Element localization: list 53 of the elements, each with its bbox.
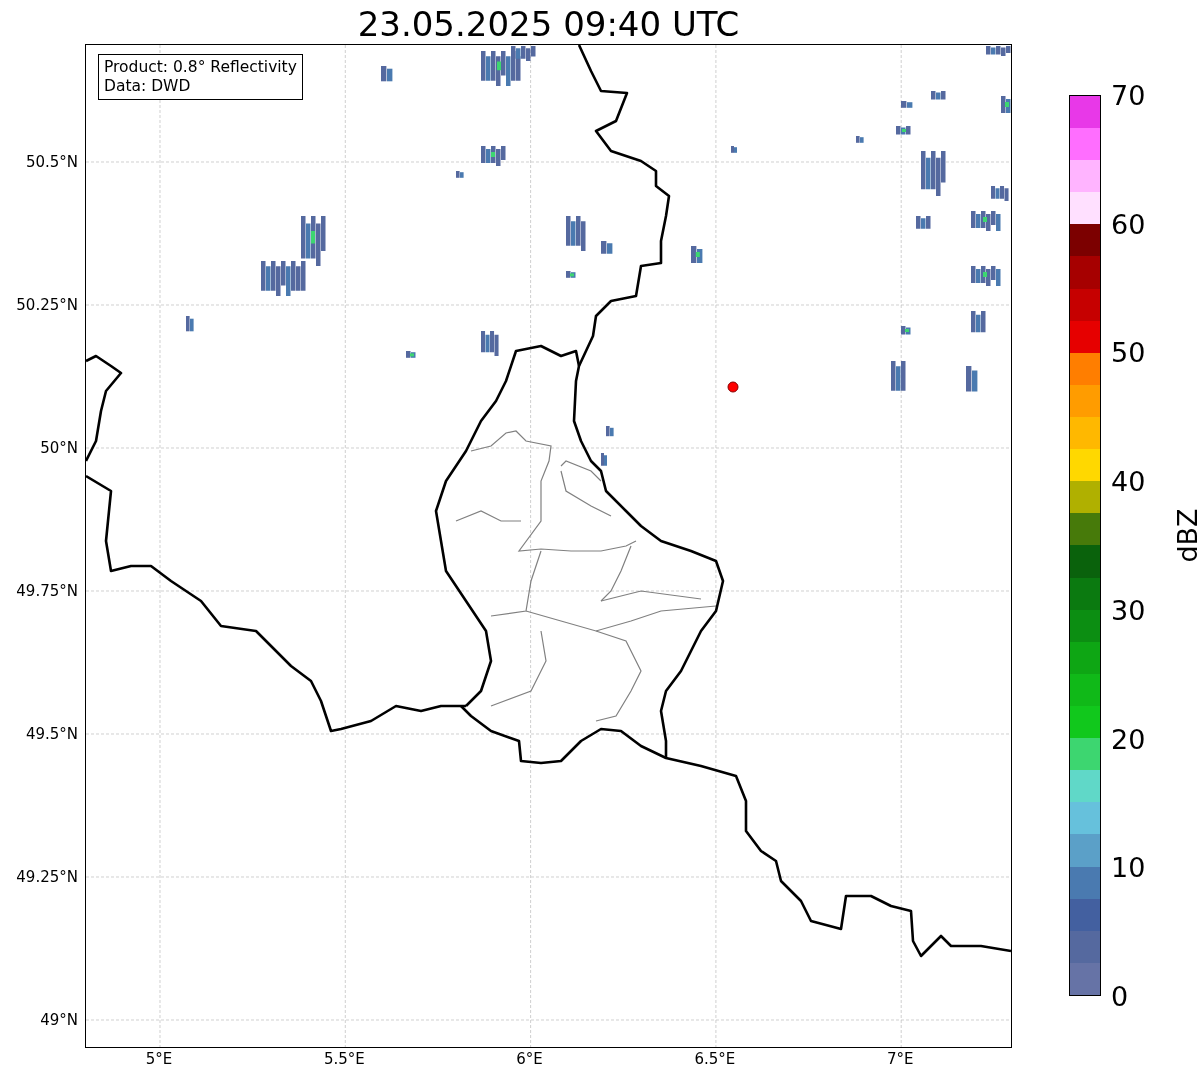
colorbar-tick-label: 0 bbox=[1111, 980, 1129, 1012]
radar-echo bbox=[891, 361, 906, 391]
annotation-text: Product: 0.8° Reflectivity bbox=[104, 58, 297, 77]
radar-echo bbox=[406, 351, 416, 358]
longitude-label: 5.5°E bbox=[323, 1050, 365, 1068]
radar-echo bbox=[921, 151, 946, 196]
radar-echo bbox=[601, 241, 613, 254]
colorbar-label: dBZ bbox=[1171, 508, 1202, 563]
colorbar-tick-label: 30 bbox=[1111, 594, 1146, 626]
latitude-label: 50.25°N bbox=[16, 296, 78, 314]
longitude-label: 7°E bbox=[886, 1050, 914, 1068]
latitude-label: 50°N bbox=[40, 439, 78, 457]
radar-echo bbox=[186, 316, 194, 332]
radar-echo bbox=[856, 136, 864, 143]
longitude-label: 6°E bbox=[516, 1050, 543, 1068]
radar-echo bbox=[971, 211, 1001, 231]
radar-echo bbox=[601, 453, 607, 466]
radar-echo bbox=[481, 146, 506, 166]
latitude-label: 50.5°N bbox=[25, 153, 78, 171]
radar-echo bbox=[901, 326, 911, 335]
radar-echo bbox=[1001, 96, 1011, 113]
radar-echo bbox=[691, 246, 703, 263]
radar-echo bbox=[916, 216, 931, 229]
latitude-label: 49°N bbox=[40, 1011, 78, 1029]
longitude-label: 5°E bbox=[145, 1050, 173, 1068]
chart-title: 23.05.2025 09:40 UTC bbox=[356, 3, 741, 46]
latitude-label: 49.25°N bbox=[16, 868, 78, 886]
radar-echo bbox=[991, 186, 1009, 201]
radar-echo bbox=[566, 216, 586, 251]
colorbar-tick-label: 60 bbox=[1111, 208, 1146, 240]
radar-echo bbox=[456, 171, 464, 178]
radar-echo bbox=[606, 426, 614, 437]
location-marker bbox=[727, 381, 739, 393]
radar-echo bbox=[481, 331, 499, 356]
radar-echo bbox=[381, 66, 393, 82]
colorbar-tick-label: 10 bbox=[1111, 851, 1146, 883]
radar-echo bbox=[731, 146, 737, 153]
radar-echo bbox=[931, 91, 946, 100]
radar-echo bbox=[896, 126, 911, 135]
colorbar-tick-label: 50 bbox=[1111, 336, 1146, 368]
radar-echo bbox=[966, 366, 978, 392]
longitude-label: 6.5°E bbox=[694, 1050, 736, 1068]
radar-echo bbox=[986, 46, 1011, 56]
radar-echo bbox=[971, 266, 1001, 286]
colorbar-tick-label: 40 bbox=[1111, 465, 1146, 497]
radar-echo bbox=[566, 271, 576, 278]
radar-echo bbox=[971, 311, 986, 333]
colorbar-tick-label: 70 bbox=[1111, 79, 1146, 111]
latitude-label: 49.5°N bbox=[25, 725, 78, 743]
colorbar-tick-label: 20 bbox=[1111, 723, 1146, 755]
latitude-label: 49.75°N bbox=[16, 582, 78, 600]
radar-echo bbox=[901, 101, 913, 108]
annotation-text: Data: DWD bbox=[104, 77, 192, 96]
